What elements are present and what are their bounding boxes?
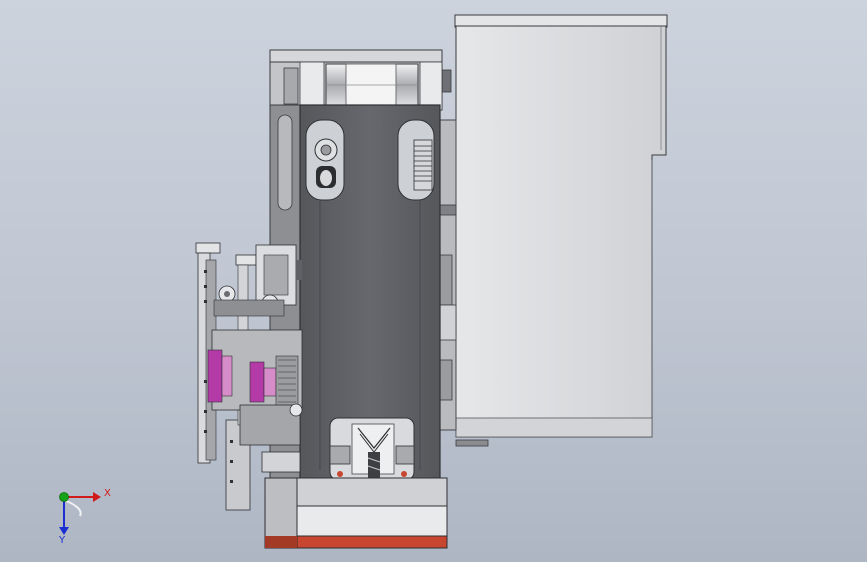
x-axis-label: X — [104, 488, 111, 499]
coordinate-triad — [59, 492, 101, 535]
cad-viewport[interactable]: X Y — [0, 0, 867, 562]
y-axis-label: Y — [59, 535, 66, 546]
origin-point — [59, 492, 69, 502]
side-rail — [439, 69, 457, 431]
base-motor-block — [264, 477, 448, 549]
spring — [413, 139, 433, 191]
left-gear-mechanism — [195, 242, 303, 511]
control-cabinet — [454, 14, 668, 447]
top-roller-block — [269, 49, 443, 111]
assembly-drawing — [59, 14, 668, 549]
